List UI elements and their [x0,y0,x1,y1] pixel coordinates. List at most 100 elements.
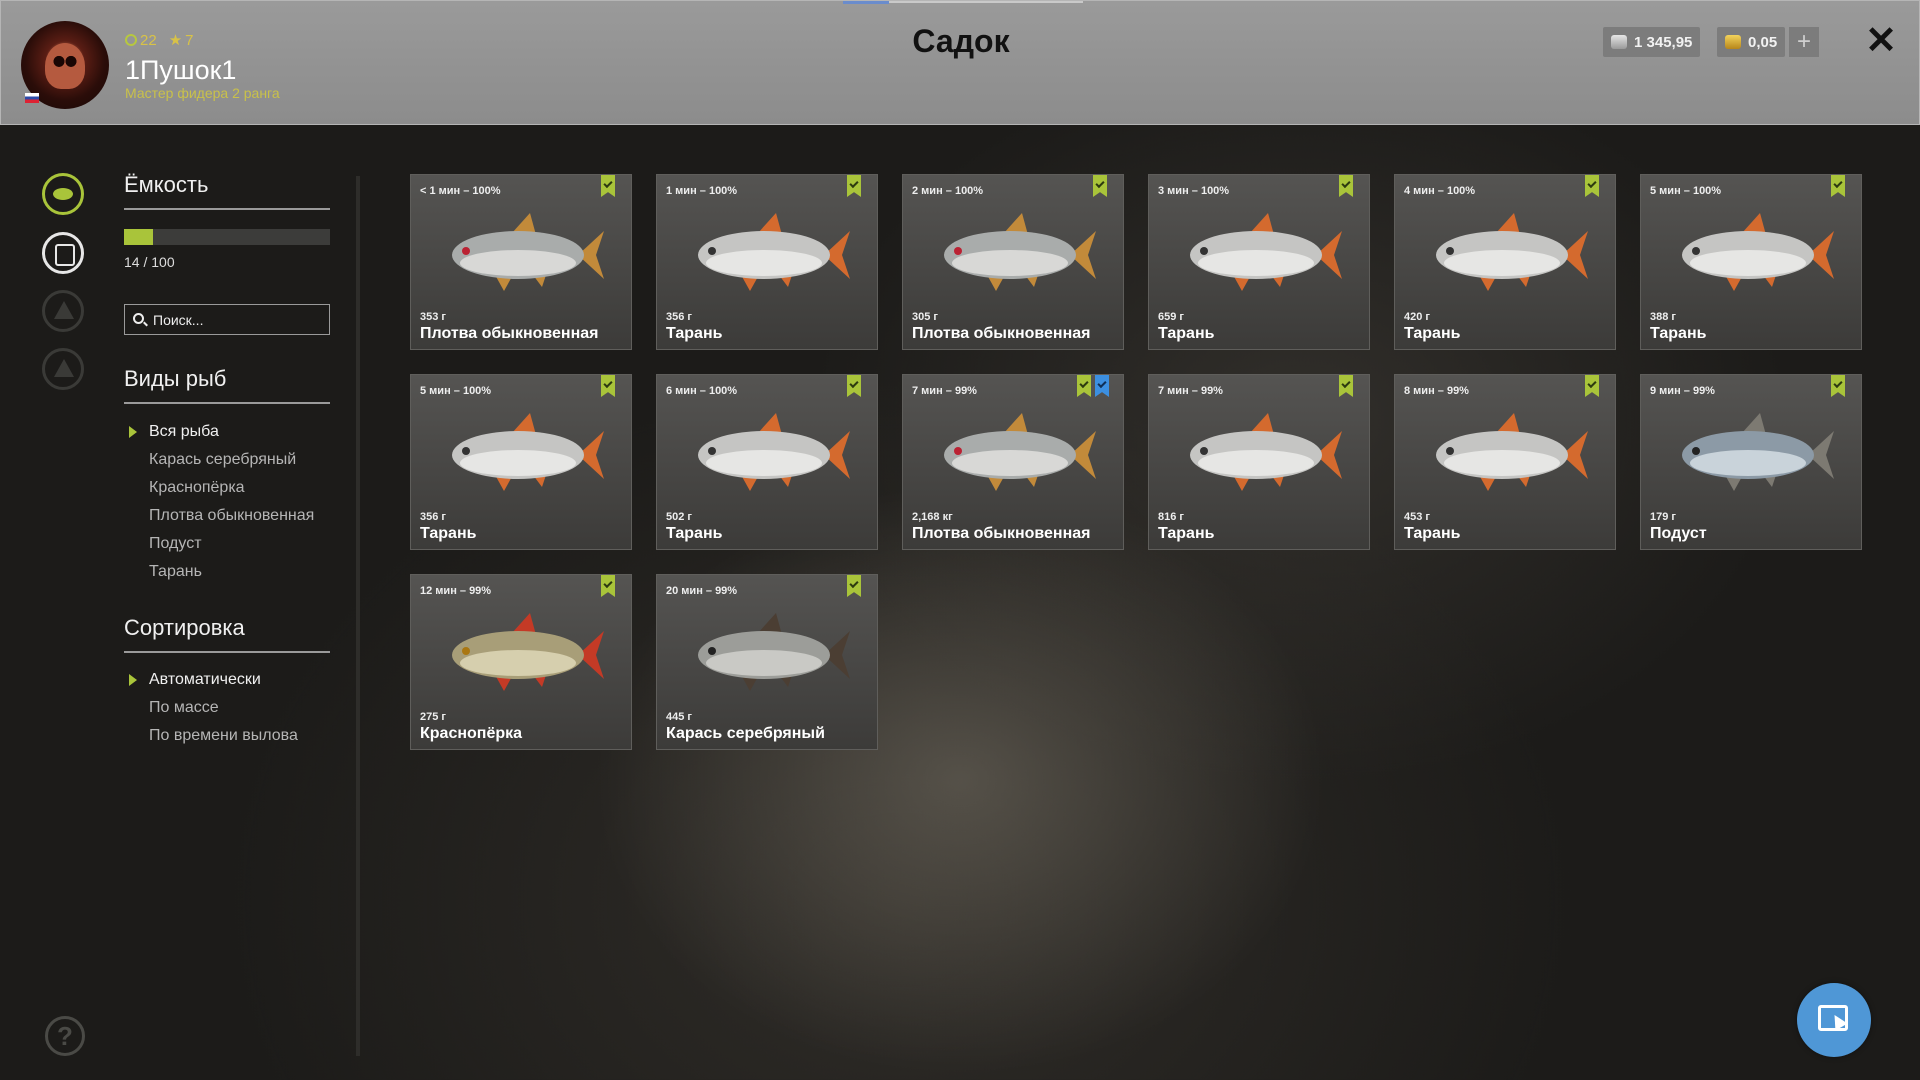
panel-divider [356,176,360,1056]
keep-bookmark-icon[interactable] [1831,175,1845,197]
catch-time: 12 мин – 99% [420,585,492,597]
fish-name: Плотва обыкновенная [912,525,1091,542]
species-filter-item[interactable]: Подуст [124,530,334,558]
capacity-title: Ёмкость [124,172,330,210]
species-filter-item[interactable]: Карась серебряный [124,446,334,474]
russia-flag-icon [25,93,39,103]
keep-bookmark-icon[interactable] [1077,375,1091,397]
fish-card[interactable]: 9 мин – 99% 179 г Подуст [1640,374,1862,550]
fish-card[interactable]: 3 мин – 100% 659 г Тарань [1148,174,1370,350]
fish-name: Краснопёрка [420,725,523,742]
sort-option[interactable]: По времени вылова [124,722,334,750]
fish-image [1190,413,1342,491]
fish-image [452,213,604,291]
fish-card[interactable]: 5 мин – 100% 356 г Тарань [410,374,632,550]
fish-image [452,413,604,491]
keep-bookmark-icon[interactable] [1831,375,1845,397]
fish-card[interactable]: 8 мин – 99% 453 г Тарань [1394,374,1616,550]
search-input[interactable] [124,304,330,335]
close-button[interactable]: ✕ [1863,21,1899,61]
top-tab-indicator-active [843,1,889,4]
species-filter-item[interactable]: Плотва обыкновенная [124,502,334,530]
trophy-bookmark-icon[interactable] [1095,375,1109,397]
fish-weight: 353 г [420,311,446,323]
keep-bookmark-icon[interactable] [601,375,615,397]
fish-card[interactable]: 1 мин – 100% 356 г Тарань [656,174,878,350]
player-rank: Мастер фидера 2 ранга [125,85,280,101]
gold-balance: 0,05 [1717,27,1786,57]
silver-value: 1 345,95 [1634,33,1693,51]
cursor-icon [1818,1005,1848,1031]
fish-weight: 453 г [1404,511,1430,523]
fish-name: Тарань [1158,525,1215,542]
fish-image [944,413,1096,491]
fish-card[interactable]: 12 мин – 99% 275 г Краснопёрка [410,574,632,750]
fish-card[interactable]: 4 мин – 100% 420 г Тарань [1394,174,1616,350]
fish-icon[interactable] [42,173,84,215]
keep-bookmark-icon[interactable] [601,175,615,197]
fish-weight: 356 г [666,311,692,323]
keep-bookmark-icon[interactable] [1339,375,1353,397]
fish-image [1682,413,1834,491]
fish-card[interactable]: 7 мин – 99% 2,168 кг Плотва обыкновенная [902,374,1124,550]
keep-bookmark-icon[interactable] [1585,175,1599,197]
fish-grid: < 1 мин – 100% 353 г Плотва обыкновенная 1 … [410,174,1866,750]
top-bar: 22 ★ 7 1Пушок1 Мастер фидера 2 ранга Садо… [0,0,1920,125]
catch-time: 3 мин – 100% [1158,185,1230,197]
fish-card[interactable]: 20 мин – 99% 445 г Карась серебряный [656,574,878,750]
catch-time: 1 мин – 100% [666,185,738,197]
keep-bookmark-icon[interactable] [1585,375,1599,397]
silver-balance: 1 345,95 [1603,27,1701,57]
keep-bookmark-icon[interactable] [847,375,861,397]
catch-time: 7 мин – 99% [912,385,977,397]
home-icon[interactable] [42,348,84,390]
species-filter-item[interactable]: Вся рыба [124,418,334,446]
fish-weight: 356 г [420,511,446,523]
sort-option[interactable]: Автоматически [124,666,334,694]
keep-bookmark-icon[interactable] [847,575,861,597]
gold-coin-icon [1725,35,1741,49]
fish-name: Тарань [666,325,723,342]
catch-time: 4 мин – 100% [1404,185,1476,197]
species-list: Вся рыба Карась серебряный Краснопёрка Плот… [124,418,334,586]
fish-weight: 179 г [1650,511,1676,523]
fish-name: Плотва обыкновенная [912,325,1091,342]
fish-name: Тарань [666,525,723,542]
tent-icon[interactable] [42,290,84,332]
fish-name: Тарань [1650,325,1707,342]
keep-bookmark-icon[interactable] [1093,175,1107,197]
capacity-bar-fill [124,229,153,245]
fish-name: Тарань [1158,325,1215,342]
fish-card[interactable]: 5 мин – 100% 388 г Тарань [1640,174,1862,350]
keep-bookmark-icon[interactable] [847,175,861,197]
fish-card[interactable]: 2 мин – 100% 305 г Плотва обыкновенная [902,174,1124,350]
fish-card[interactable]: < 1 мин – 100% 353 г Плотва обыкновенная [410,174,632,350]
fish-weight: 445 г [666,711,692,723]
sort-option[interactable]: По массе [124,694,334,722]
fish-name: Тарань [1404,325,1461,342]
fish-weight: 420 г [1404,311,1430,323]
fish-card[interactable]: 7 мин – 99% 816 г Тарань [1148,374,1370,550]
catch-time: 6 мин – 100% [666,385,738,397]
cursor-mode-button[interactable] [1797,983,1871,1057]
species-filter-item[interactable]: Тарань [124,558,334,586]
help-button[interactable]: ? [45,1016,85,1056]
keep-bookmark-icon[interactable] [601,575,615,597]
catch-time: < 1 мин – 100% [420,185,501,197]
fish-image [698,613,850,691]
species-filter-item[interactable]: Краснопёрка [124,474,334,502]
fish-name: Плотва обыкновенная [420,325,599,342]
fish-image [452,613,604,691]
catch-time: 20 мин – 99% [666,585,738,597]
fish-name: Подуст [1650,525,1707,542]
add-currency-button[interactable]: + [1789,27,1819,57]
fish-weight: 2,168 кг [912,511,953,523]
fish-card[interactable]: 6 мин – 100% 502 г Тарань [656,374,878,550]
keep-bookmark-icon[interactable] [1339,175,1353,197]
catch-time: 2 мин – 100% [912,185,984,197]
keepnet-icon[interactable] [42,232,84,274]
sort-title: Сортировка [124,615,330,653]
fish-name: Тарань [1404,525,1461,542]
fish-image [698,413,850,491]
capacity-bar [124,229,330,245]
